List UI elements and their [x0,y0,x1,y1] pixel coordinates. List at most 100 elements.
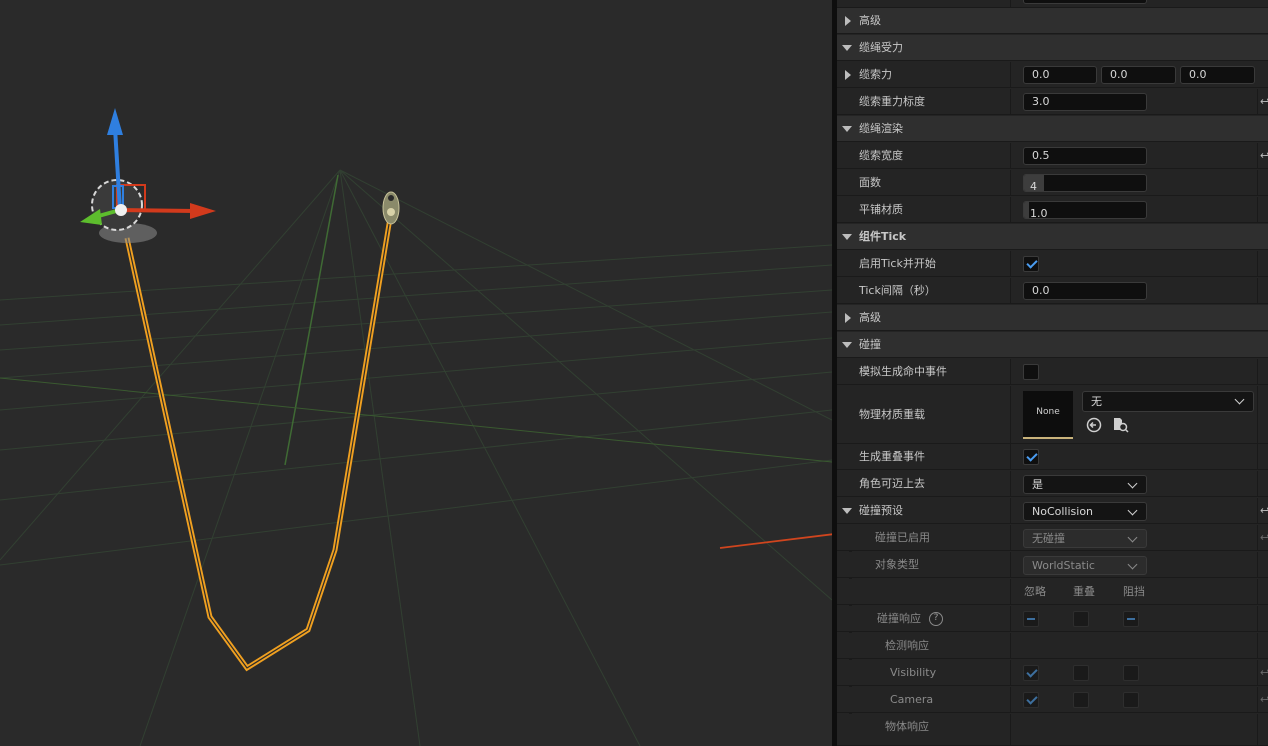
chevron-down-icon [1127,478,1138,489]
prop-label: 缆索力 [859,68,892,81]
gen-overlap-events-checkbox[interactable] [1023,449,1039,465]
phys-material-combo[interactable]: 无 [1082,391,1254,412]
section-cable-force[interactable]: 缆绳受力 [837,35,1268,61]
section-collision[interactable]: 碰撞 [837,332,1268,358]
header-block: 阻挡 [1123,585,1145,598]
object-responses-row: 物体响应 [837,714,1268,746]
reset-to-default-icon[interactable]: ↩ [1260,693,1268,706]
can-step-up-combo[interactable]: 是 [1023,475,1147,494]
prop-label: 面数 [859,176,881,189]
object-type-combo[interactable]: WorldStatic [1023,556,1147,575]
prop-tick-interval: Tick间隔（秒） 0.0 [837,278,1268,304]
chevron-down-icon [1127,532,1138,543]
cable-force-x-input[interactable]: 0.0 [1023,66,1097,84]
prop-label: 碰撞已启用 [875,531,930,544]
prop-label: 对象类型 [875,558,919,571]
prop-label: 生成重叠事件 [859,450,925,463]
transform-gizmo[interactable] [80,108,216,243]
sim-hit-events-checkbox[interactable] [1023,364,1039,380]
cable-gravity-scale-input[interactable]: 3.0 [1023,93,1147,111]
reset-to-default-icon[interactable]: ↩ [1260,531,1268,544]
num-sides-slider[interactable]: 4 [1023,174,1147,192]
cable[interactable] [124,211,394,672]
collision-presets-combo[interactable]: NoCollision [1023,502,1147,521]
prop-can-step-up: 角色可迈上去 是 [837,471,1268,497]
prop-label: 模拟生成命中事件 [859,365,947,378]
collapse-arrow-icon[interactable] [842,126,852,132]
level-viewport[interactable] [0,0,832,746]
camera-block-checkbox[interactable] [1123,692,1139,708]
prop-label: Camera [890,693,934,706]
combo-value: NoCollision [1032,505,1094,518]
prop-label: 碰撞响应 [877,612,921,625]
cable-width-input[interactable]: 0.5 [1023,147,1147,165]
partial-input[interactable] [1023,0,1147,4]
prop-label: 物体响应 [885,720,929,733]
section-advanced-1[interactable]: 高级 [837,8,1268,34]
tile-material-value: 1.0 [1030,207,1048,219]
prop-label: Visibility [890,666,937,679]
section-cable-render[interactable]: 缆绳渲染 [837,116,1268,142]
use-selected-icon[interactable] [1086,417,1102,433]
material-thumbnail[interactable]: None [1023,391,1073,439]
prop-start-with-tick: 启用Tick并开始 [837,251,1268,277]
prop-gen-overlap-events: 生成重叠事件 [837,444,1268,470]
chevron-down-icon [1127,559,1138,570]
cable-force-z-input[interactable]: 0.0 [1180,66,1255,84]
trace-responses-row: 检测响应 [837,633,1268,659]
reset-to-default-icon[interactable]: ↩ [1260,666,1268,679]
tile-material-slider[interactable]: 1.0 [1023,201,1147,219]
prop-label: 缆索重力标度 [859,95,925,108]
prop-visibility: Visibility ↩ [837,660,1268,686]
combo-value: 无 [1091,395,1102,408]
cable-end-anchor[interactable] [382,191,400,225]
visibility-overlap-checkbox[interactable] [1073,665,1089,681]
collapse-arrow-icon[interactable] [842,234,852,240]
section-component-tick[interactable]: 组件Tick [837,224,1268,250]
browse-icon[interactable] [1112,417,1130,433]
prop-label: 平铺材质 [859,203,903,216]
collision-overlap-checkbox[interactable] [1073,611,1089,627]
combo-value: 无碰撞 [1032,532,1065,545]
collision-enabled-combo[interactable]: 无碰撞 [1023,529,1147,548]
visibility-block-checkbox[interactable] [1123,665,1139,681]
reset-to-default-icon[interactable]: ↩ [1260,149,1268,162]
details-panel: 高级 缆绳受力 缆索力 0.0 0.0 0.0 缆索重力标度 3.0 ↩ 缆绳渲… [837,0,1268,746]
prop-num-sides: 面数 4 [837,170,1268,196]
collapse-arrow-icon[interactable] [842,45,852,51]
prop-label: 角色可迈上去 [859,477,925,490]
reset-to-default-icon[interactable]: ↩ [1260,95,1268,108]
response-headers-row: 忽略 重叠 阻挡 [837,579,1268,605]
section-title: 缆绳受力 [859,41,903,54]
section-title: 高级 [859,311,881,324]
prop-label: 物理材质重载 [859,408,925,421]
tick-interval-input[interactable]: 0.0 [1023,282,1147,300]
expand-arrow-icon[interactable] [845,70,851,80]
prop-collision-enabled: 碰撞已启用 无碰撞 ↩ [837,525,1268,551]
thumbnail-label: None [1036,407,1060,417]
section-advanced-2[interactable]: 高级 [837,305,1268,331]
section-title: 缆绳渲染 [859,122,903,135]
prop-label: 检测响应 [885,639,929,652]
collision-block-checkbox[interactable] [1123,611,1139,627]
expand-arrow-icon[interactable] [845,16,851,26]
expand-arrow-icon[interactable] [845,313,851,323]
reset-to-default-icon[interactable]: ↩ [1260,504,1268,517]
collapse-arrow-icon[interactable] [842,342,852,348]
start-with-tick-checkbox[interactable] [1023,256,1039,272]
prop-object-type: 对象类型 WorldStatic [837,552,1268,578]
partial-row [837,0,1268,8]
help-icon[interactable]: ? [929,612,943,626]
header-ignore: 忽略 [1024,585,1046,598]
cable-force-y-input[interactable]: 0.0 [1101,66,1176,84]
visibility-ignore-checkbox[interactable] [1023,665,1039,681]
header-overlap: 重叠 [1073,585,1095,598]
prop-cable-gravity-scale: 缆索重力标度 3.0 ↩ [837,89,1268,115]
collapse-arrow-icon[interactable] [842,508,852,514]
combo-value: 是 [1032,478,1043,491]
collision-ignore-checkbox[interactable] [1023,611,1039,627]
chevron-down-icon [1234,394,1245,405]
camera-ignore-checkbox[interactable] [1023,692,1039,708]
section-title: 组件Tick [859,230,907,243]
camera-overlap-checkbox[interactable] [1073,692,1089,708]
